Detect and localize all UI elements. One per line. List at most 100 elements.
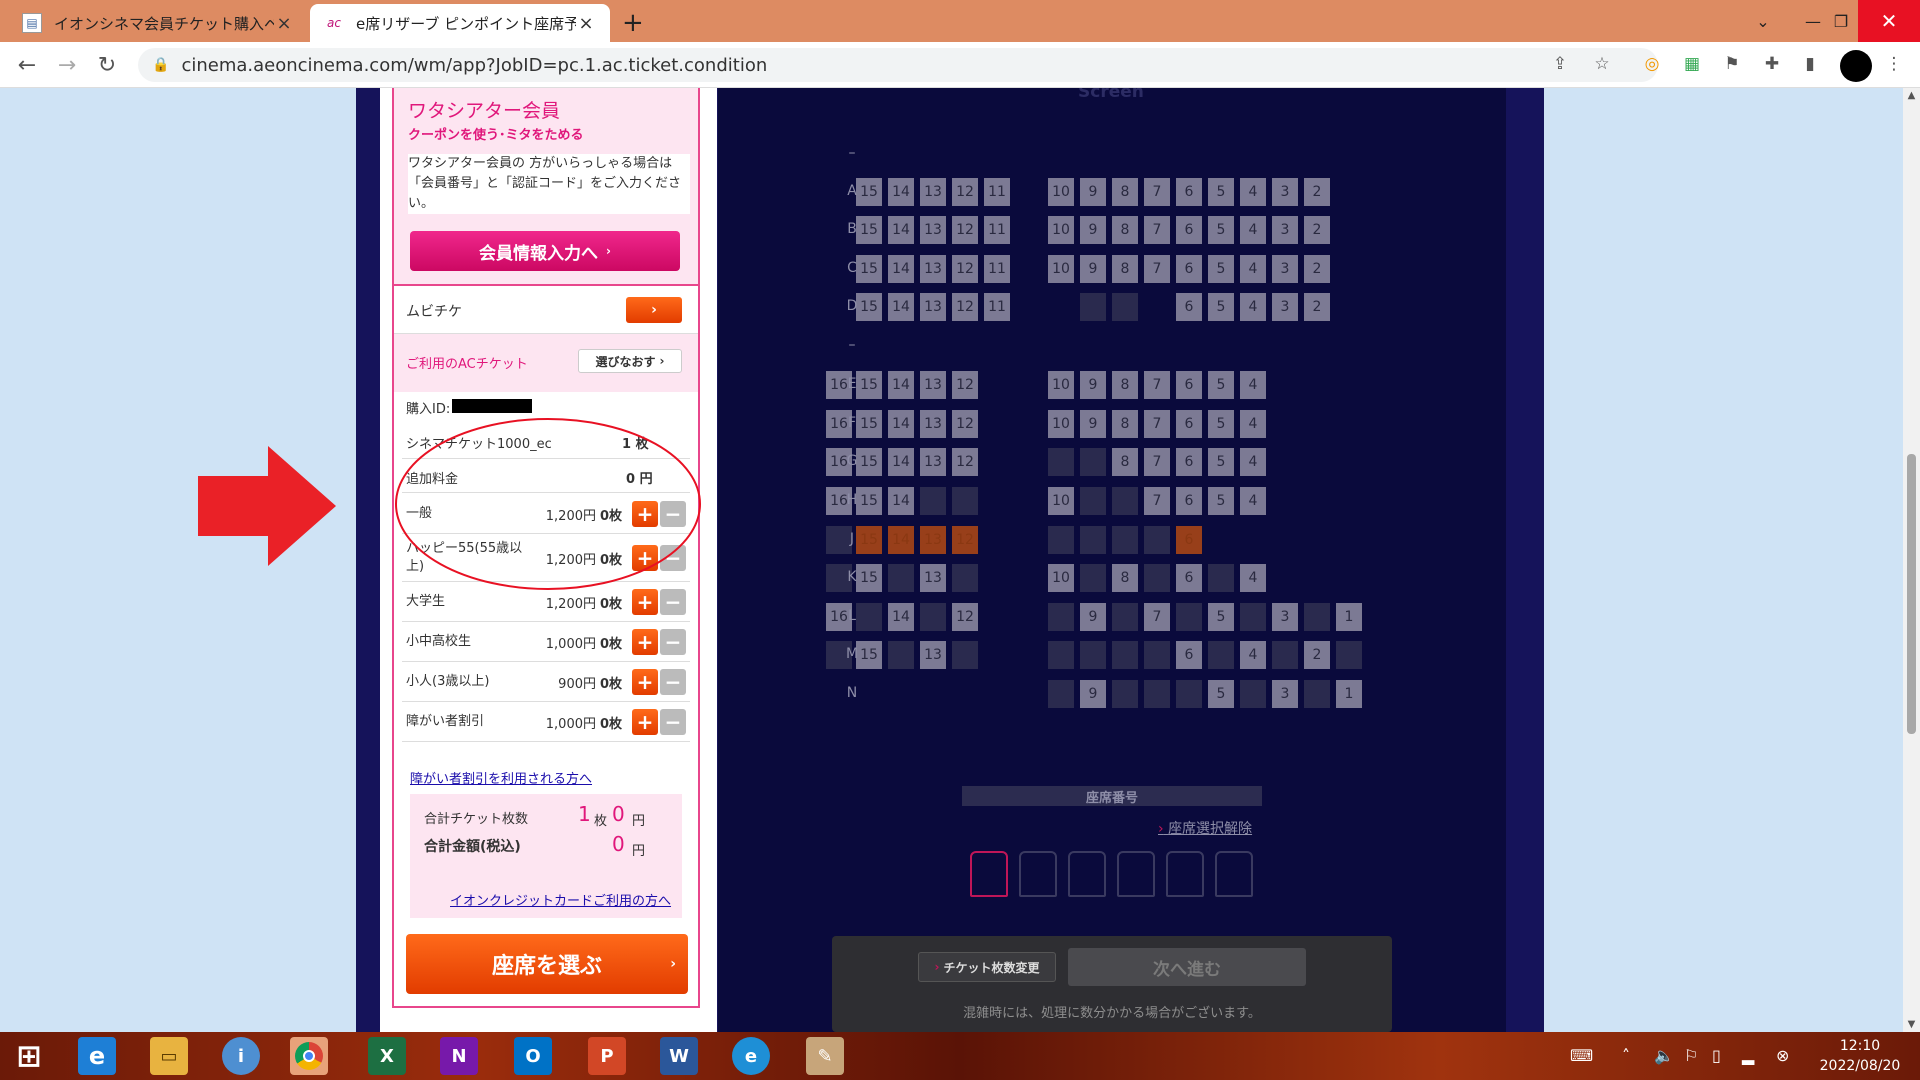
avatar[interactable]: [1840, 50, 1872, 82]
minus-button[interactable]: −: [660, 709, 686, 735]
back-icon[interactable]: ←: [12, 50, 42, 80]
seat-4[interactable]: 4: [1240, 255, 1266, 283]
seat-8[interactable]: 8: [1112, 216, 1138, 244]
seat-5[interactable]: 5: [1208, 293, 1234, 321]
signal-icon[interactable]: ▂: [1742, 1046, 1754, 1065]
seat-12[interactable]: 12: [952, 178, 978, 206]
seat-5[interactable]: 5: [1208, 410, 1234, 438]
seat-12[interactable]: 12: [952, 448, 978, 476]
chrome-icon[interactable]: [290, 1037, 328, 1075]
seat-12[interactable]: 12: [952, 255, 978, 283]
seat-12[interactable]: 12: [952, 293, 978, 321]
minus-button[interactable]: −: [660, 669, 686, 695]
seat-3[interactable]: 3: [1272, 680, 1298, 708]
seat-6[interactable]: 6: [1176, 564, 1202, 592]
seat-3[interactable]: 3: [1272, 293, 1298, 321]
seat-4[interactable]: 4: [1240, 216, 1266, 244]
reload-icon[interactable]: ↻: [92, 50, 122, 80]
extension-coin-icon[interactable]: ◎: [1640, 52, 1664, 76]
seat-5[interactable]: 5: [1208, 255, 1234, 283]
window-close-icon[interactable]: ✕: [1858, 0, 1920, 42]
seat-5[interactable]: 5: [1208, 680, 1234, 708]
seat-3[interactable]: 3: [1272, 178, 1298, 206]
seat-6[interactable]: 6: [1176, 487, 1202, 515]
seat-11[interactable]: 11: [984, 255, 1010, 283]
seat-13[interactable]: 13: [920, 178, 946, 206]
seat-14[interactable]: 14: [888, 487, 914, 515]
seat-6[interactable]: 6: [1176, 293, 1202, 321]
seat-11[interactable]: 11: [984, 178, 1010, 206]
seat-8[interactable]: 8: [1112, 448, 1138, 476]
seat-5[interactable]: 5: [1208, 178, 1234, 206]
seat-14[interactable]: 14: [888, 448, 914, 476]
seat-9[interactable]: 9: [1080, 371, 1106, 399]
seat-4[interactable]: 4: [1240, 178, 1266, 206]
seat-2[interactable]: 2: [1304, 216, 1330, 244]
select-seat-button[interactable]: 座席を選ぶ ›: [406, 934, 688, 994]
url-field[interactable]: 🔒 cinema.aeoncinema.com/wm/app?JobID=pc.…: [138, 48, 1658, 82]
seat-10[interactable]: 10: [1048, 178, 1074, 206]
puzzle-icon[interactable]: ✚: [1760, 52, 1784, 76]
tab-member-ticket[interactable]: ▤ イオンシネマ会員チケット購入ページ ×: [8, 4, 308, 42]
scroll-up-icon[interactable]: ▲: [1903, 90, 1920, 101]
seat-3[interactable]: 3: [1272, 216, 1298, 244]
powerpoint-icon[interactable]: P: [588, 1037, 626, 1075]
volume-icon[interactable]: 🔈: [1654, 1046, 1674, 1065]
sidepanel-icon[interactable]: ▮: [1798, 52, 1822, 76]
excel-icon[interactable]: X: [368, 1037, 406, 1075]
seat-14[interactable]: 14: [888, 603, 914, 631]
next-button[interactable]: 次へ進む: [1068, 948, 1306, 986]
seat-2[interactable]: 2: [1304, 293, 1330, 321]
new-tab-button[interactable]: +: [622, 8, 644, 38]
seat-6[interactable]: 6: [1176, 641, 1202, 669]
extension-translate-icon[interactable]: ▦: [1680, 52, 1704, 76]
vertical-scrollbar[interactable]: ▲ ▼: [1903, 88, 1920, 1032]
seat-14[interactable]: 14: [888, 178, 914, 206]
seat-11[interactable]: 11: [984, 216, 1010, 244]
network-flag-icon[interactable]: ⚐: [1684, 1046, 1698, 1065]
seat-9[interactable]: 9: [1080, 680, 1106, 708]
seat-6[interactable]: 6: [1176, 410, 1202, 438]
seat-5[interactable]: 5: [1208, 603, 1234, 631]
seat-10[interactable]: 10: [1048, 255, 1074, 283]
seat-4[interactable]: 4: [1240, 448, 1266, 476]
seat-13[interactable]: 13: [920, 410, 946, 438]
seat-5[interactable]: 5: [1208, 371, 1234, 399]
seat-13[interactable]: 13: [920, 641, 946, 669]
seat-4[interactable]: 4: [1240, 293, 1266, 321]
battery-icon[interactable]: ▯: [1712, 1046, 1721, 1065]
seat-8[interactable]: 8: [1112, 371, 1138, 399]
clock-time[interactable]: 12:10: [1810, 1038, 1910, 1054]
seat-13[interactable]: 13: [920, 216, 946, 244]
paint-icon[interactable]: ✎: [806, 1037, 844, 1075]
seat-14[interactable]: 14: [888, 216, 914, 244]
seat-3[interactable]: 3: [1272, 255, 1298, 283]
seat-4[interactable]: 4: [1240, 564, 1266, 592]
notification-icon[interactable]: ⊗: [1776, 1046, 1789, 1065]
seat-14[interactable]: 14: [888, 371, 914, 399]
info-app-icon[interactable]: i: [222, 1037, 260, 1075]
seat-13[interactable]: 13: [920, 448, 946, 476]
disability-info-link[interactable]: 障がい者割引を利用される方へ: [410, 768, 592, 787]
forward-icon[interactable]: →: [52, 50, 82, 80]
seat-6[interactable]: 6: [1176, 255, 1202, 283]
seat-6[interactable]: 6: [1176, 448, 1202, 476]
seat-10[interactable]: 10: [1048, 371, 1074, 399]
seat-9[interactable]: 9: [1080, 216, 1106, 244]
mubichike-button[interactable]: ›: [626, 297, 682, 323]
seat-6[interactable]: 6: [1176, 178, 1202, 206]
minus-button[interactable]: −: [660, 629, 686, 655]
seat-13[interactable]: 13: [920, 371, 946, 399]
plus-button[interactable]: +: [632, 709, 658, 735]
seat-9[interactable]: 9: [1080, 603, 1106, 631]
keyboard-icon[interactable]: ⌨: [1570, 1046, 1593, 1065]
seat-12[interactable]: 12: [952, 216, 978, 244]
seat-4[interactable]: 4: [1240, 487, 1266, 515]
seat-12[interactable]: 12: [952, 371, 978, 399]
scroll-thumb[interactable]: [1907, 454, 1916, 734]
seat-5[interactable]: 5: [1208, 448, 1234, 476]
seat-10[interactable]: 10: [1048, 216, 1074, 244]
seat-9[interactable]: 9: [1080, 178, 1106, 206]
seat-2[interactable]: 2: [1304, 255, 1330, 283]
edge-icon[interactable]: e: [732, 1037, 770, 1075]
